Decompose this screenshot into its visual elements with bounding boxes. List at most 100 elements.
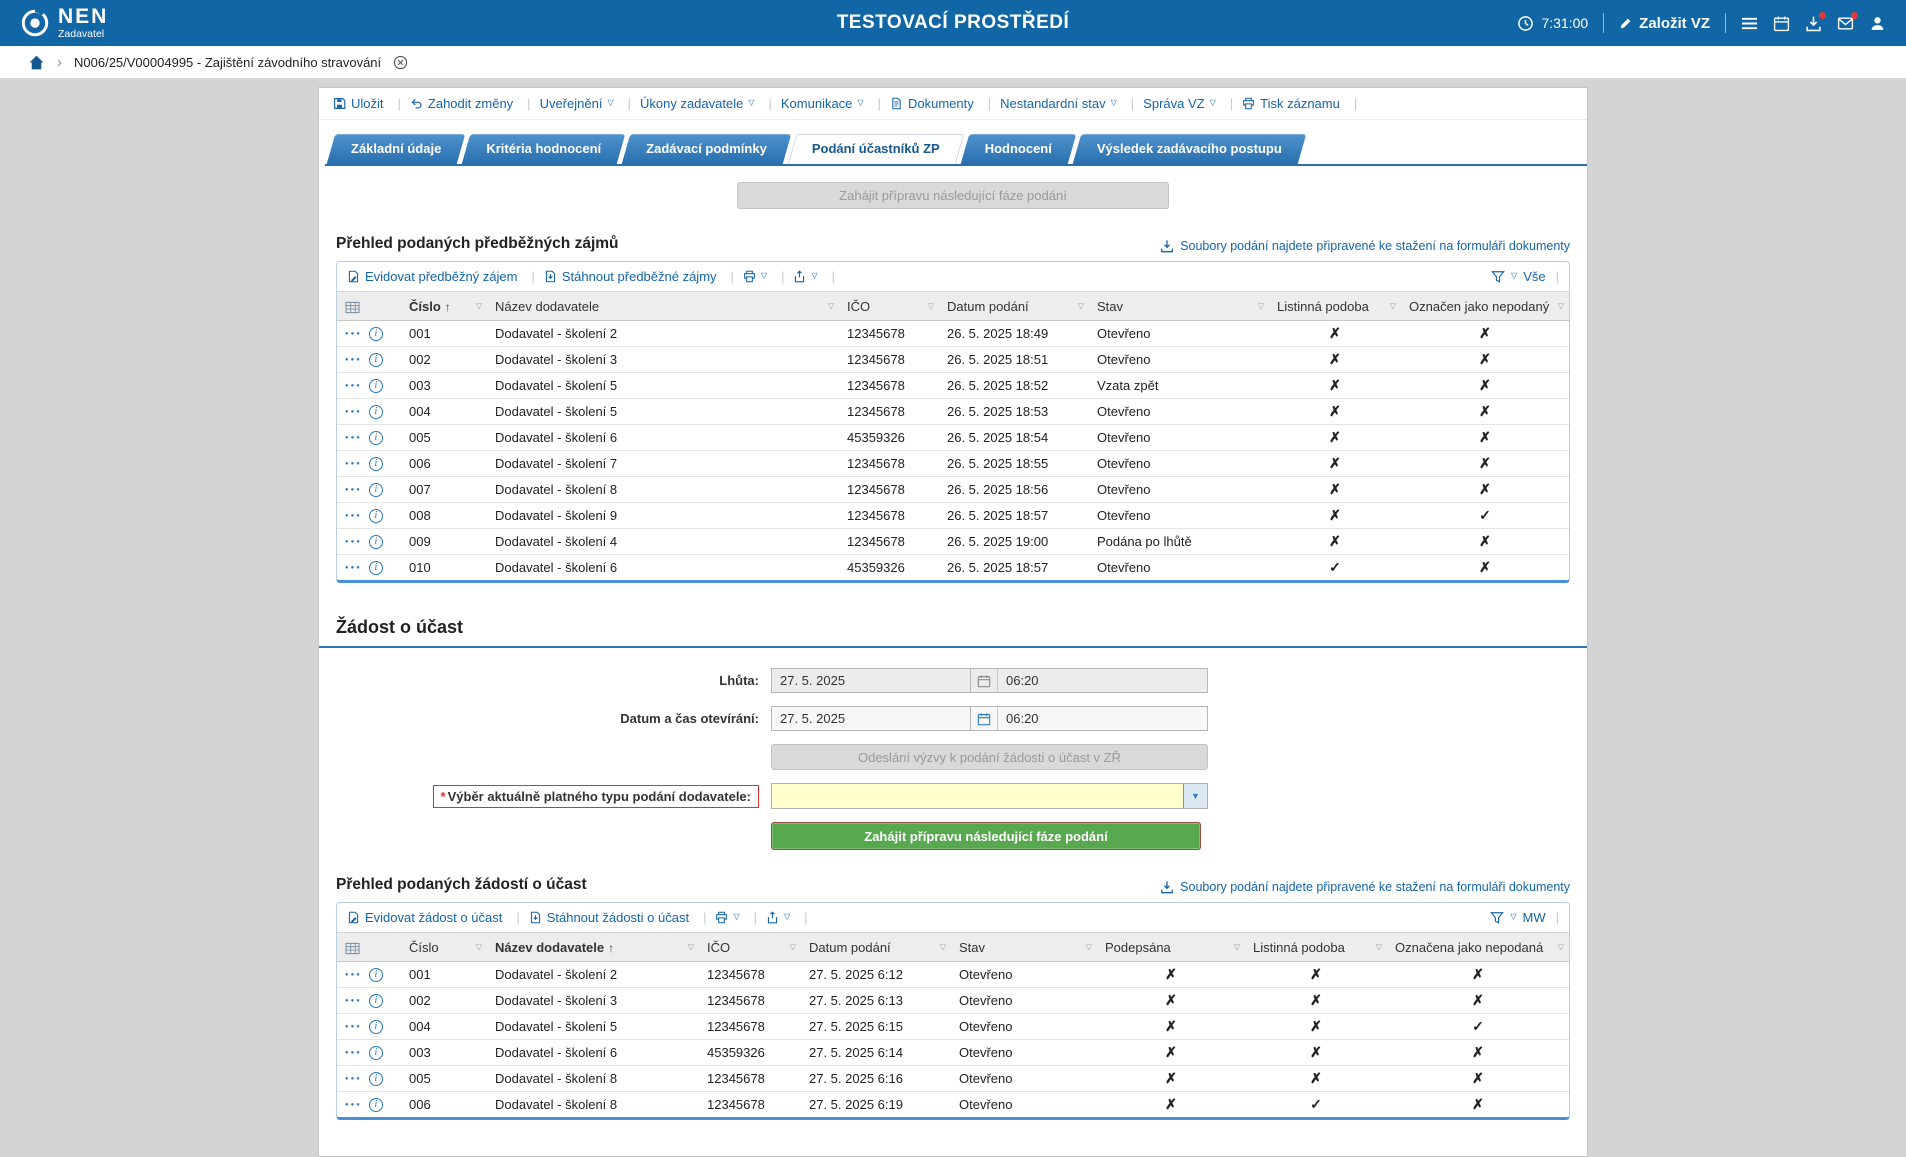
table-row[interactable]: 005 Dodavatel - školení 6 45359326 26. 5… xyxy=(337,425,1569,451)
filter-icon[interactable] xyxy=(1490,911,1504,925)
table-row[interactable]: 007 Dodavatel - školení 8 12345678 26. 5… xyxy=(337,477,1569,503)
info-icon[interactable] xyxy=(369,1020,383,1034)
table-row[interactable]: 009 Dodavatel - školení 4 12345678 26. 5… xyxy=(337,529,1569,555)
table-row[interactable]: 002 Dodavatel - školení 3 12345678 27. 5… xyxy=(337,988,1569,1014)
row-menu-icon[interactable] xyxy=(345,1024,362,1030)
otevirani-date-input[interactable]: 27. 5. 2025 xyxy=(771,706,971,731)
column-header[interactable]: IČO▽ xyxy=(839,292,939,321)
table-row[interactable]: 010 Dodavatel - školení 6 45359326 26. 5… xyxy=(337,555,1569,581)
toolbar-item[interactable]: Uveřejnění ▽ xyxy=(540,96,640,111)
column-header[interactable] xyxy=(337,292,401,321)
toolbar-item[interactable]: Správa VZ ▽ xyxy=(1143,96,1242,111)
filter-view-label[interactable]: Vše xyxy=(1523,269,1545,284)
grid-action-link[interactable]: Stáhnout předběžné zájmy xyxy=(544,269,743,284)
column-filter-icon[interactable]: ▽ xyxy=(1258,302,1264,311)
tab[interactable]: Základní údaje xyxy=(331,134,461,164)
table-row[interactable]: 003 Dodavatel - školení 6 45359326 27. 5… xyxy=(337,1040,1569,1066)
filter-icon[interactable] xyxy=(1491,270,1505,284)
info-icon[interactable] xyxy=(369,379,383,393)
column-header[interactable]: Označen jako nepodaný▽ xyxy=(1401,292,1569,321)
column-filter-icon[interactable]: ▽ xyxy=(790,943,796,952)
filter-view-label[interactable]: MW xyxy=(1523,910,1546,925)
column-header[interactable]: Stav▽ xyxy=(951,933,1097,962)
row-menu-icon[interactable] xyxy=(345,1076,362,1082)
column-header[interactable]: Podepsána▽ xyxy=(1097,933,1245,962)
info-icon[interactable] xyxy=(369,431,383,445)
table-row[interactable]: 001 Dodavatel - školení 2 12345678 27. 5… xyxy=(337,962,1569,988)
table-row[interactable]: 005 Dodavatel - školení 8 12345678 27. 5… xyxy=(337,1066,1569,1092)
files-download-link[interactable]: Soubory podání najdete připravené ke sta… xyxy=(1160,239,1570,253)
info-icon[interactable] xyxy=(369,561,383,575)
column-header[interactable]: IČO▽ xyxy=(699,933,801,962)
type-select[interactable]: ▼ xyxy=(771,783,1208,809)
info-icon[interactable] xyxy=(369,457,383,471)
downloads-icon[interactable] xyxy=(1805,15,1822,32)
start-next-phase-button-top[interactable]: Zahájit přípravu následující fáze podání xyxy=(737,182,1169,209)
row-menu-icon[interactable] xyxy=(345,565,362,571)
start-next-phase-button[interactable]: Zahájit přípravu následující fáze podání xyxy=(771,822,1201,850)
filter-view-chevron[interactable]: ▽ xyxy=(1510,912,1516,921)
column-filter-icon[interactable]: ▽ xyxy=(1558,943,1564,952)
otevirani-time-input[interactable]: 06:20 xyxy=(997,706,1208,731)
export-button[interactable]: ▽ xyxy=(766,910,817,925)
column-filter-icon[interactable]: ▽ xyxy=(1234,943,1240,952)
column-header[interactable]: Název dodavatele↑▽ xyxy=(487,933,699,962)
row-menu-icon[interactable] xyxy=(345,539,362,545)
create-vz-button[interactable]: Založit VZ xyxy=(1619,15,1710,32)
toolbar-item[interactable]: Komunikace ▽ xyxy=(781,96,890,111)
column-filter-icon[interactable]: ▽ xyxy=(476,943,482,952)
info-icon[interactable] xyxy=(369,968,383,982)
menu-icon[interactable] xyxy=(1741,15,1758,32)
calendar-icon[interactable] xyxy=(971,706,997,731)
table-row[interactable]: 001 Dodavatel - školení 2 12345678 26. 5… xyxy=(337,321,1569,347)
lhuta-date-input[interactable]: 27. 5. 2025 xyxy=(771,668,971,693)
info-icon[interactable] xyxy=(369,405,383,419)
table-row[interactable]: 004 Dodavatel - školení 5 12345678 26. 5… xyxy=(337,399,1569,425)
lhuta-time-input[interactable]: 06:20 xyxy=(997,668,1208,693)
info-icon[interactable] xyxy=(369,994,383,1008)
table-row[interactable]: 008 Dodavatel - školení 9 12345678 26. 5… xyxy=(337,503,1569,529)
toolbar-item[interactable]: Dokumenty xyxy=(890,96,1000,111)
toolbar-item[interactable]: Uložit xyxy=(333,96,410,111)
row-menu-icon[interactable] xyxy=(345,972,362,978)
grid-action-link[interactable]: Evidovat žádost o účast xyxy=(347,910,529,925)
grid-action-link[interactable]: Evidovat předběžný zájem xyxy=(347,269,544,284)
toolbar-item[interactable]: Tisk záznamu xyxy=(1242,96,1366,111)
chevron-down-icon[interactable]: ▼ xyxy=(1183,784,1207,808)
column-header[interactable]: Číslo↑▽ xyxy=(401,292,487,321)
table-row[interactable]: 002 Dodavatel - školení 3 12345678 26. 5… xyxy=(337,347,1569,373)
column-header[interactable]: Označena jako nepodaná▽ xyxy=(1387,933,1569,962)
row-menu-icon[interactable] xyxy=(345,998,362,1004)
column-filter-icon[interactable]: ▽ xyxy=(940,943,946,952)
info-icon[interactable] xyxy=(369,1072,383,1086)
table-row[interactable]: 006 Dodavatel - školení 8 12345678 27. 5… xyxy=(337,1092,1569,1118)
column-header[interactable]: Listinná podoba▽ xyxy=(1245,933,1387,962)
column-filter-icon[interactable]: ▽ xyxy=(1078,302,1084,311)
row-menu-icon[interactable] xyxy=(345,383,362,389)
column-header[interactable] xyxy=(337,933,401,962)
user-icon[interactable] xyxy=(1869,15,1886,32)
info-icon[interactable] xyxy=(369,1098,383,1112)
toolbar-item[interactable]: Nestandardní stav ▽ xyxy=(1000,96,1143,111)
row-menu-icon[interactable] xyxy=(345,357,362,363)
row-menu-icon[interactable] xyxy=(345,409,362,415)
close-icon[interactable] xyxy=(393,55,408,70)
column-filter-icon[interactable]: ▽ xyxy=(928,302,934,311)
files-download-link[interactable]: Soubory podání najdete připravené ke sta… xyxy=(1160,880,1570,894)
info-icon[interactable] xyxy=(369,483,383,497)
column-filter-icon[interactable]: ▽ xyxy=(476,302,482,311)
column-header[interactable]: Datum podání▽ xyxy=(801,933,951,962)
column-header[interactable]: Stav▽ xyxy=(1089,292,1269,321)
column-filter-icon[interactable]: ▽ xyxy=(1376,943,1382,952)
row-menu-icon[interactable] xyxy=(345,1050,362,1056)
table-row[interactable]: 003 Dodavatel - školení 5 12345678 26. 5… xyxy=(337,373,1569,399)
row-menu-icon[interactable] xyxy=(345,513,362,519)
column-header[interactable]: Název dodavatele▽ xyxy=(487,292,839,321)
row-menu-icon[interactable] xyxy=(345,487,362,493)
row-menu-icon[interactable] xyxy=(345,435,362,441)
info-icon[interactable] xyxy=(369,535,383,549)
print-button[interactable]: ▽ xyxy=(743,269,794,284)
table-row[interactable]: 004 Dodavatel - školení 5 12345678 27. 5… xyxy=(337,1014,1569,1040)
home-icon[interactable] xyxy=(28,54,45,71)
info-icon[interactable] xyxy=(369,353,383,367)
